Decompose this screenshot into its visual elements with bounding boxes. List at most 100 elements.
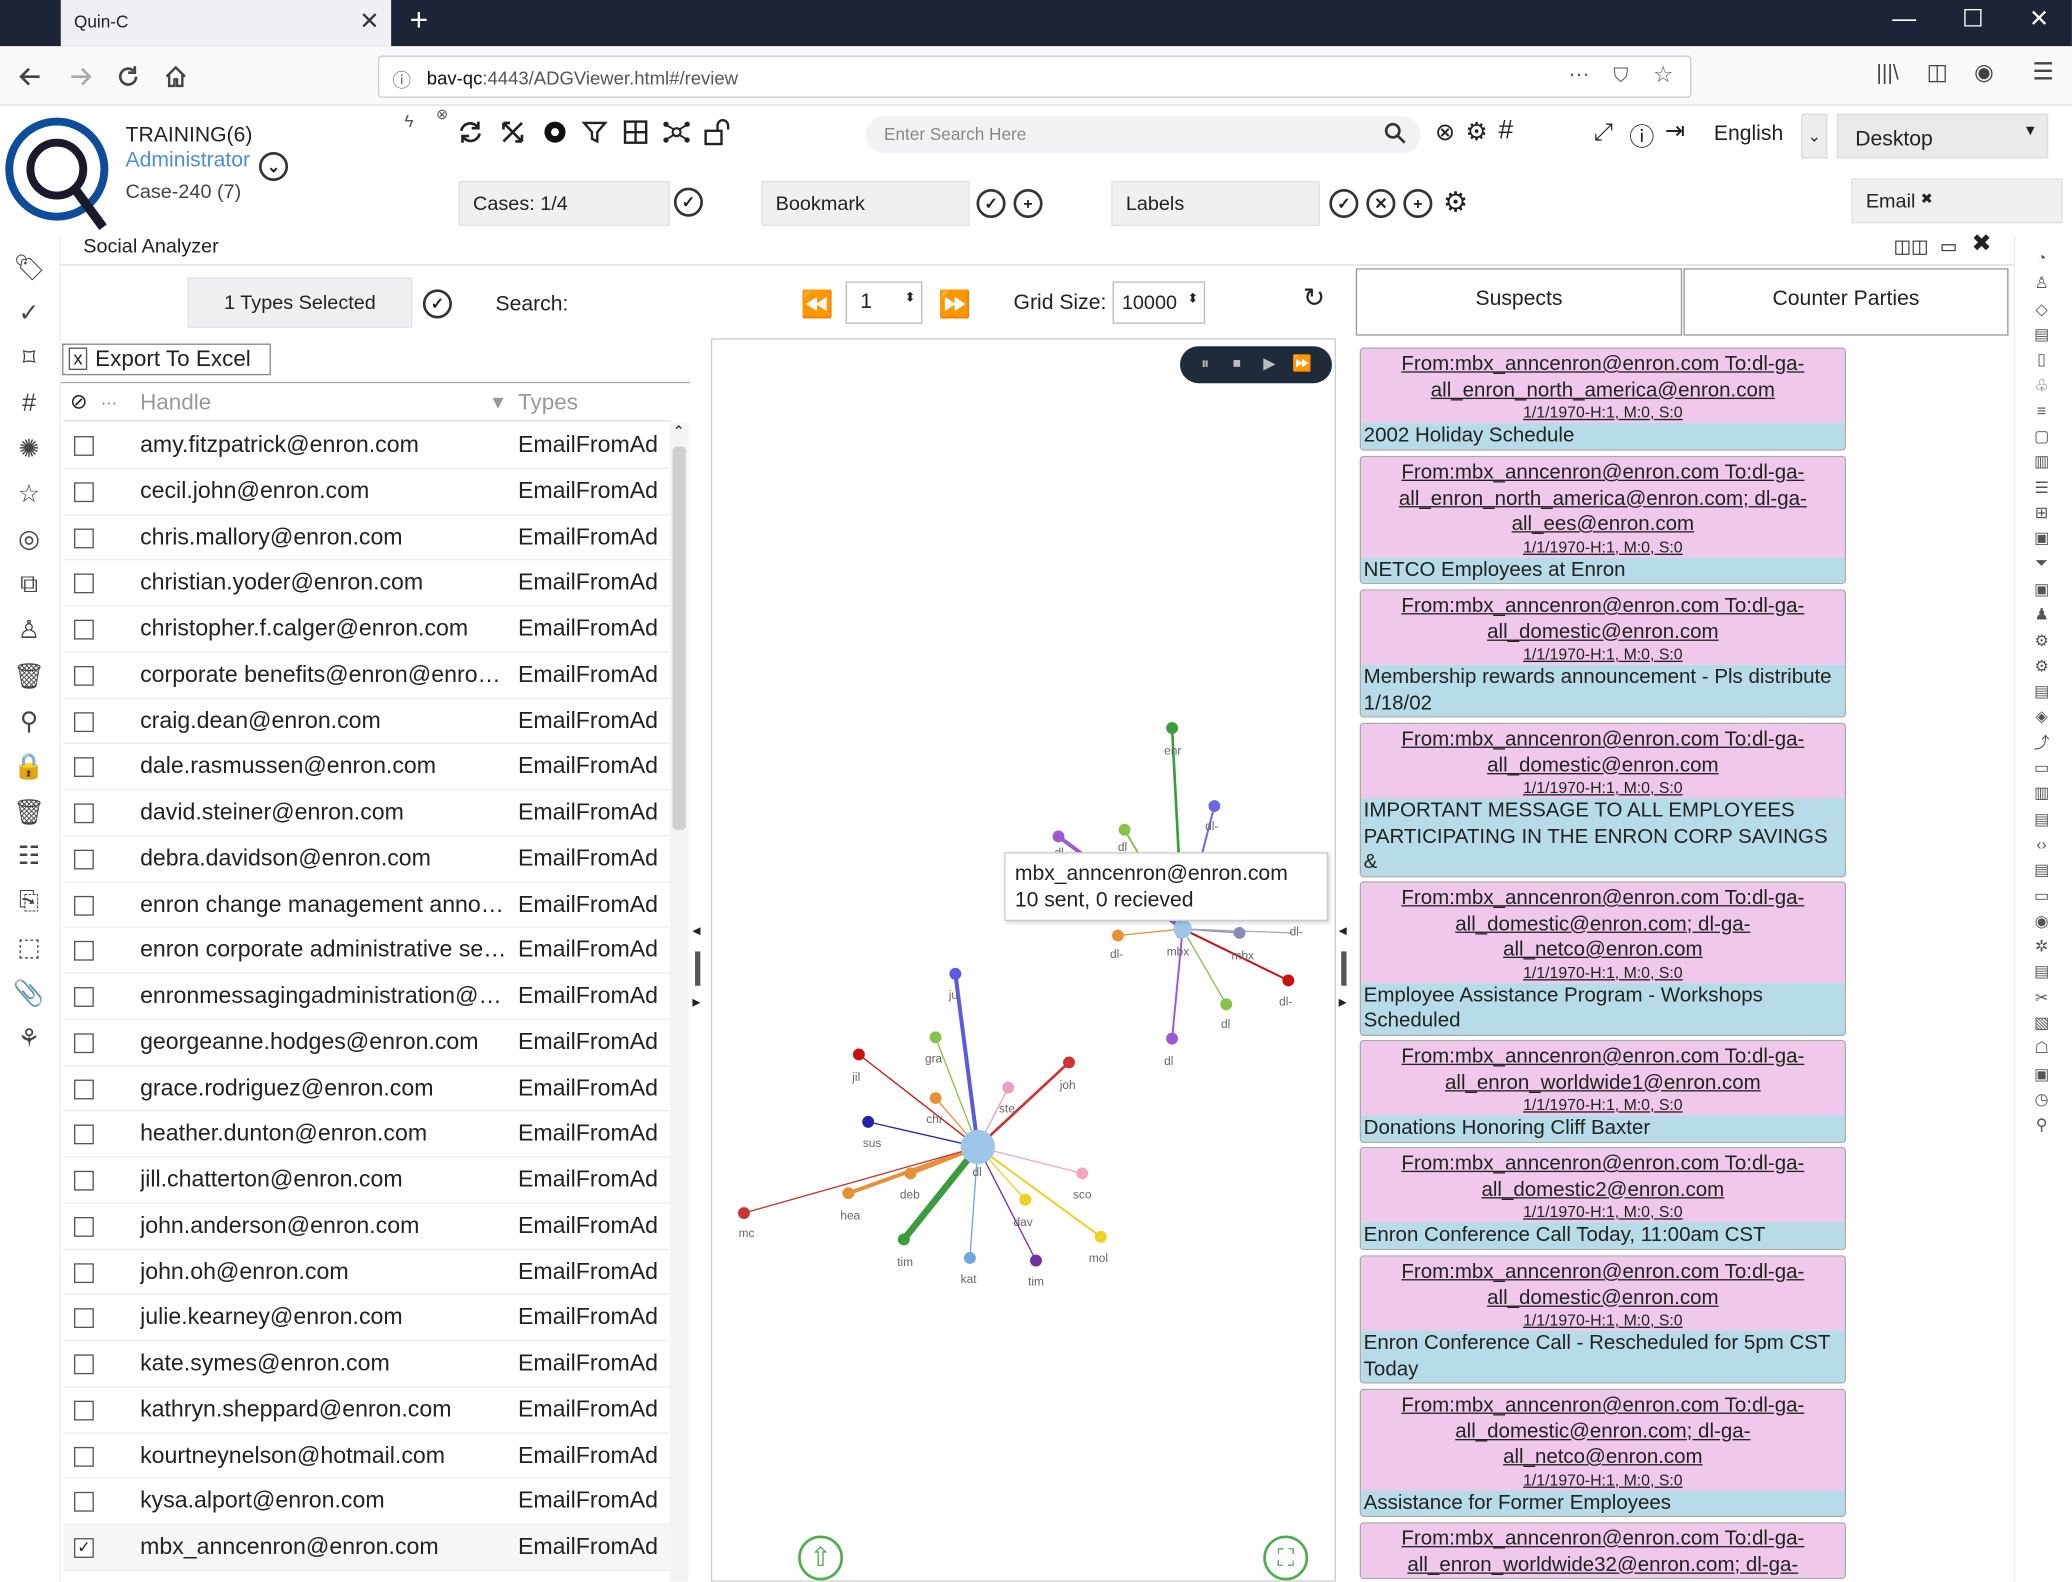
row-checkbox[interactable] (73, 481, 94, 502)
email-header-link[interactable]: From:mbx_anncenron@enron.com To:dl-ga-al… (1361, 1041, 1845, 1116)
table-row[interactable]: jill.chatterton@enron.com EmailFromAd (63, 1158, 672, 1204)
list-icon[interactable]: ≡ (2031, 400, 2052, 421)
select-icon[interactable]: ⬚ (13, 932, 45, 964)
user-role[interactable]: Administrator (126, 149, 251, 173)
row-checkbox[interactable] (73, 1446, 94, 1467)
row-checkbox[interactable] (73, 665, 94, 686)
table-row[interactable]: kate.symes@enron.com EmailFromAd (63, 1341, 672, 1388)
email-header-link[interactable]: From:mbx_anncenron@enron.com To:dl-ga-al… (1361, 590, 1845, 665)
table-row[interactable]: chris.mallory@enron.com EmailFromAd (63, 515, 672, 561)
export-icon[interactable]: ⎘ (13, 887, 45, 919)
bookmark-add-icon[interactable]: + (1013, 188, 1043, 219)
left-splitter[interactable]: ◀ ▶ (692, 925, 703, 1017)
email-card[interactable]: From:mbx_anncenron@enron.com To:dl-ga-al… (1359, 1255, 1846, 1384)
robot-icon[interactable]: ☖ (2031, 1038, 2052, 1059)
close-small-icon[interactable]: ⊗ (436, 106, 448, 123)
grid-size-input[interactable]: 10000 ⬍ (1112, 281, 1206, 324)
maximize-icon[interactable]: ☐ (1953, 5, 1993, 33)
table-row[interactable]: david.steiner@enron.com EmailFromAd (63, 790, 672, 837)
graph-refresh-icon[interactable]: ↻ (1303, 281, 1325, 314)
doc-icon[interactable]: ▥ (2031, 451, 2052, 472)
email-header-link[interactable]: From:mbx_anncenron@enron.com To:dl-ga-al… (1361, 724, 1845, 799)
tab-close-icon[interactable]: ✕ (359, 8, 379, 36)
email-header-link[interactable]: From:mbx_anncenron@enron.com To:dl-ga-al… (1361, 457, 1845, 557)
hash-icon[interactable]: # (13, 388, 45, 420)
doc-icon[interactable]: ▤ (2031, 808, 2052, 829)
table-row[interactable]: amy.fitzpatrick@enron.com EmailFromAd (63, 423, 672, 469)
window-close-icon[interactable]: ✕ (2019, 5, 2059, 33)
table-row[interactable]: kysa.alport@enron.com EmailFromAd (63, 1479, 672, 1525)
network-icon[interactable] (662, 119, 691, 145)
user-icon[interactable]: ♙ (2031, 273, 2052, 294)
page-actions-icon[interactable]: ··· (1569, 63, 1590, 87)
table-row[interactable]: kathryn.sheppard@enron.com EmailFromAd (63, 1387, 672, 1434)
row-checkbox[interactable] (73, 1354, 94, 1375)
row-checkbox[interactable] (73, 941, 94, 961)
graph-upload-icon[interactable]: ⇧ (798, 1535, 844, 1581)
row-checkbox[interactable] (73, 895, 94, 916)
lock-icon[interactable]: 🔒 (13, 751, 45, 783)
table-row[interactable]: craig.dean@enron.com EmailFromAd (63, 698, 672, 745)
row-checkbox[interactable] (73, 987, 94, 1007)
tools-icon[interactable]: ✂ (2031, 987, 2052, 1008)
table-row[interactable]: john.oh@enron.com EmailFromAd (63, 1249, 672, 1296)
id-icon[interactable]: ▣ (2031, 1063, 2052, 1084)
refresh-icon[interactable] (457, 119, 483, 145)
tab-counter-parties[interactable]: Counter Parties (1683, 268, 2009, 336)
split-view-icon[interactable]: ◫◫ (1894, 235, 1929, 257)
attachment-icon[interactable]: 📎 (13, 978, 45, 1010)
minimize-icon[interactable]: — (1884, 5, 1924, 33)
scroll-thumb[interactable] (672, 446, 686, 830)
table-row[interactable]: ✓ mbx_anncenron@enron.com EmailFromAd (63, 1524, 672, 1571)
row-checkbox[interactable] (73, 1262, 94, 1283)
row-checkbox[interactable] (73, 573, 94, 594)
search-icon[interactable] (1384, 122, 1408, 146)
table-row[interactable]: julie.kearney@enron.com EmailFromAd (63, 1295, 672, 1342)
doc-icon[interactable]: ▤ (2031, 324, 2052, 345)
star-icon[interactable]: ☆ (13, 479, 45, 511)
table-row[interactable]: georgeanne.hodges@enron.com EmailFromAd (63, 1020, 672, 1066)
first-page-icon[interactable]: ⏪ (801, 288, 834, 321)
email-card[interactable]: From:mbx_anncenron@enron.com To:dl-ga-al… (1359, 347, 1846, 450)
row-checkbox[interactable] (73, 1308, 94, 1329)
bookmark-field[interactable]: Bookmark (761, 181, 970, 226)
info-icon[interactable]: ⓘ (392, 67, 410, 93)
row-checkbox[interactable] (73, 849, 94, 870)
row-checkbox[interactable] (73, 619, 94, 640)
menu-icon[interactable]: ☰ (2032, 58, 2053, 86)
labels-settings-icon[interactable]: ⚙ (1443, 186, 1468, 219)
back-icon[interactable] (13, 59, 47, 93)
new-tab-icon[interactable]: + (410, 3, 429, 40)
labels-confirm-icon[interactable]: ✓ (1329, 188, 1359, 219)
row-checkbox[interactable] (73, 1216, 94, 1237)
role-dropdown-icon[interactable]: ⌄ (258, 151, 289, 182)
email-card[interactable]: From:mbx_anncenron@enron.com To:dl-ga-al… (1359, 1522, 1846, 1580)
hierarchy-icon[interactable]: ⚘ (13, 1023, 45, 1055)
gear-icon[interactable]: ⚙ (2031, 630, 2052, 651)
row-checkbox[interactable] (73, 527, 94, 548)
row-checkbox[interactable] (73, 1492, 94, 1513)
file-icon[interactable]: ▤ (2031, 961, 2052, 982)
flash-icon[interactable]: ϟ (404, 111, 413, 131)
fit-to-screen-icon[interactable]: ⛶ (1263, 1535, 1309, 1581)
search-settings-icon[interactable]: ⚙ (1465, 118, 1488, 148)
table-row[interactable]: enronmessagingadministration@enron.comEm… (63, 974, 672, 1020)
report-icon[interactable]: ☷ (13, 842, 45, 874)
hide-icon[interactable]: ◎ (13, 524, 45, 556)
row-checkbox[interactable] (73, 1170, 94, 1191)
column-filter-icon[interactable]: ▼ (489, 391, 507, 412)
row-checkbox[interactable] (73, 757, 94, 778)
language-select[interactable]: English (1714, 123, 1783, 147)
barcode-icon[interactable]: ▥ (2031, 783, 2052, 804)
clear-search-icon[interactable]: ⊗ (1435, 119, 1455, 147)
cases-field[interactable]: Cases: 1/4 (458, 181, 670, 226)
file-icon[interactable]: ▣ (2031, 528, 2052, 549)
maximize-panel-icon[interactable]: ▭ (1940, 235, 1957, 257)
table-row[interactable]: enron corporate administrative services E… (63, 928, 672, 974)
expand-arrows-icon[interactable] (499, 119, 525, 145)
table-row[interactable]: christian.yoder@enron.com EmailFromAd (63, 561, 672, 607)
help-icon[interactable]: ⓘ (1629, 118, 1654, 154)
social-graph[interactable]: enrdldl-dl-mbxmbxdl-dl-dldldl-jujilgrajo… (711, 338, 1336, 1581)
table-row[interactable]: grace.rodriguez@enron.com EmailFromAd (63, 1066, 672, 1112)
bookmark-icon[interactable]: ⌑ (13, 343, 45, 375)
